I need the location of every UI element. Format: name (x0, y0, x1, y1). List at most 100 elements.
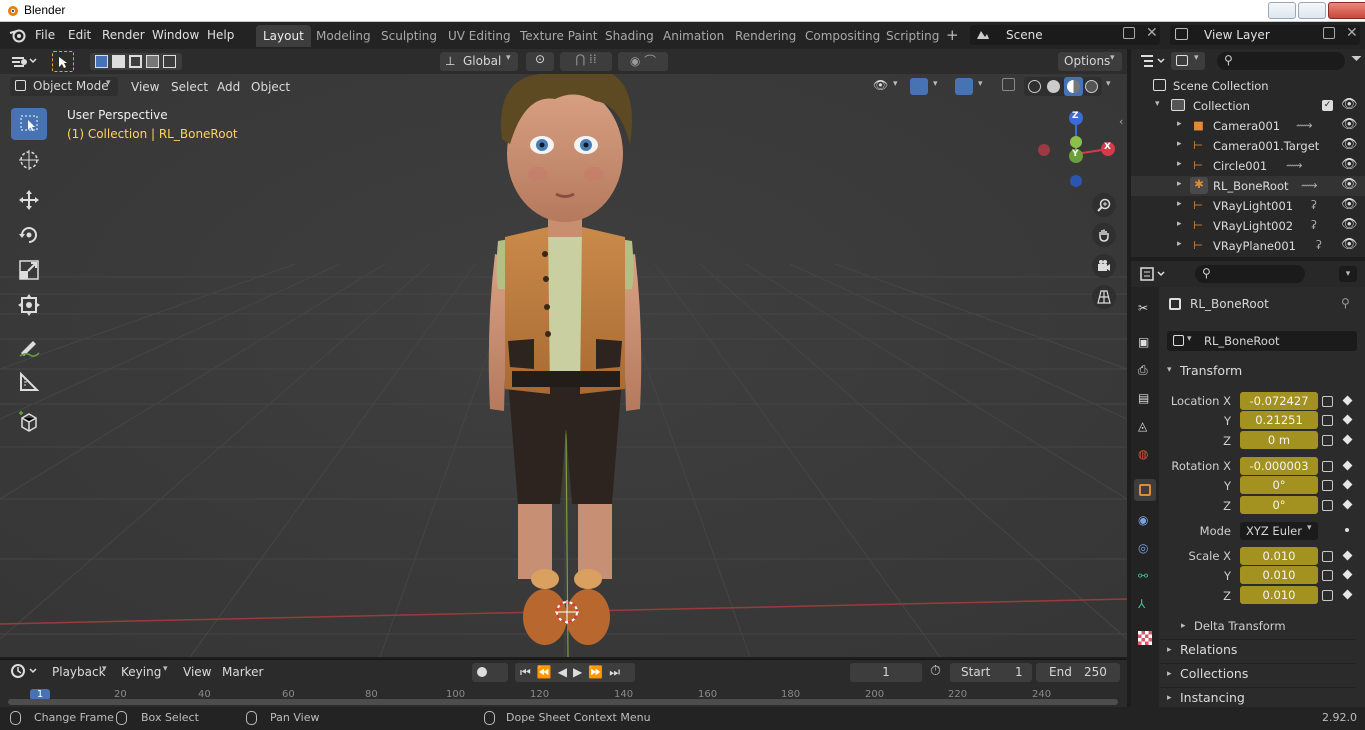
expand-arrow-icon[interactable]: ▸ (1167, 669, 1172, 679)
expand-arrow-icon[interactable]: ▸ (1177, 139, 1182, 149)
lock-icon[interactable] (1322, 500, 1333, 511)
lock-icon[interactable] (1322, 396, 1333, 407)
menu-file[interactable]: File (35, 28, 55, 42)
output-tab-icon[interactable]: ⎙ (1138, 363, 1148, 378)
timeline-editor-type-icon[interactable] (10, 663, 38, 679)
chevron-down-icon[interactable]: ▾ (978, 79, 983, 89)
annotate-tool[interactable] (11, 331, 47, 363)
tab-rendering[interactable]: Rendering (728, 25, 803, 47)
snapping-controls[interactable]: ⋂ ⁞⁞ (560, 52, 612, 71)
properties-editor-type-icon[interactable] (1139, 266, 1167, 282)
expand-arrow-icon[interactable]: ▸ (1177, 179, 1182, 189)
menu-keying[interactable]: Keying (121, 662, 161, 682)
render-tab-icon[interactable]: ▣ (1138, 335, 1149, 349)
menu-view[interactable]: View (131, 77, 159, 97)
visibility-eye-icon[interactable]: 👁 (1341, 97, 1358, 112)
mode-extend-icon[interactable] (112, 55, 125, 68)
tab-modeling[interactable]: Modeling (309, 25, 378, 47)
properties-search-input[interactable]: ⚲ (1195, 265, 1305, 283)
menu-render[interactable]: Render (102, 28, 145, 42)
start-frame-field[interactable]: Start 1 (950, 663, 1032, 682)
physics-tab-icon[interactable]: ◎ (1138, 541, 1148, 555)
timeline-scrollbar[interactable] (8, 699, 1118, 705)
expand-arrow-icon[interactable]: ▸ (1177, 199, 1182, 209)
outliner-row-object[interactable]: ▸ ⊢ VRayPlane001 ʡ 👁 (1131, 236, 1365, 256)
exclude-checkbox[interactable]: ✓ (1322, 100, 1333, 111)
mode-intersect-icon[interactable] (163, 55, 176, 68)
blender-menu-icon[interactable] (9, 27, 27, 43)
overlays-toggle-icon[interactable] (955, 78, 973, 95)
expand-arrow-icon[interactable]: ▸ (1177, 119, 1182, 129)
shading-modes[interactable] (1024, 77, 1102, 96)
location-y-field[interactable]: 0.21251 (1240, 411, 1318, 429)
navigation-gizmo[interactable]: Z X Y (1028, 104, 1118, 194)
preview-range-icon[interactable]: ⏱ (930, 663, 941, 679)
expand-arrow-icon[interactable]: ▸ (1181, 621, 1186, 631)
transform-orientation-dropdown[interactable]: ⊥ Global ▾ (440, 52, 518, 71)
maximize-button[interactable] (1298, 2, 1326, 19)
visibility-eye-icon[interactable]: 👁 (1341, 177, 1358, 192)
menu-timeline-view[interactable]: View (183, 662, 211, 682)
mode-invert-icon[interactable] (146, 55, 159, 68)
tool-tab-icon[interactable]: ✂ (1138, 301, 1148, 315)
expand-arrow-icon[interactable]: ▸ (1167, 645, 1172, 655)
gizmo-toggle-icon[interactable] (910, 78, 928, 95)
outliner-row-object[interactable]: ▸ ⊢ VRayLight001 ʡ 👁 (1131, 196, 1365, 216)
outliner-row-object[interactable]: ▸ ■ Camera001 ⟿ 👁 (1131, 116, 1365, 136)
menu-playback[interactable]: Playback (52, 662, 106, 682)
menu-select[interactable]: Select (171, 77, 208, 97)
outliner-search-input[interactable]: ⚲ (1217, 52, 1345, 70)
cursor-tool[interactable] (11, 144, 47, 176)
copy-view-layer-icon[interactable] (1323, 27, 1335, 39)
playback-controls[interactable]: ⏮⏪◀▶⏩⏭ (515, 663, 635, 682)
pivot-point-dropdown[interactable]: ⊙ (526, 52, 554, 71)
copy-scene-icon[interactable] (1123, 27, 1135, 39)
lock-icon[interactable] (1322, 570, 1333, 581)
expand-arrow-icon[interactable]: ▾ (1167, 365, 1172, 375)
lock-icon[interactable] (1322, 551, 1333, 562)
object-data-tab-icon[interactable]: ⅄ (1138, 597, 1145, 611)
jump-start-icon[interactable]: ⏮ (520, 665, 537, 679)
outliner-row-scene-collection[interactable]: Scene Collection (1131, 76, 1365, 96)
tab-sculpting[interactable]: Sculpting (374, 25, 444, 47)
menu-edit[interactable]: Edit (68, 28, 91, 42)
camera-view-icon[interactable] (1092, 254, 1116, 278)
play-reverse-icon[interactable]: ◀ (558, 665, 573, 679)
xray-toggle-icon[interactable] (1002, 78, 1015, 91)
outliner-row-collection[interactable]: ▾ Collection ✓ 👁 (1131, 96, 1365, 116)
animate-dot-icon[interactable] (1345, 528, 1349, 532)
minimize-button[interactable] (1268, 2, 1296, 19)
add-workspace-icon[interactable]: + (946, 26, 959, 44)
lock-icon[interactable] (1322, 480, 1333, 491)
pin-icon[interactable]: ⚲ (1341, 296, 1350, 310)
wireframe-shading-icon[interactable] (1028, 80, 1041, 93)
measure-tool[interactable] (11, 366, 47, 398)
tab-texture-paint[interactable]: Texture Paint (513, 25, 604, 47)
delete-scene-icon[interactable]: ✕ (1146, 25, 1158, 41)
outliner-row-object[interactable]: ▸ ⊢ VRayLight002 ʡ 👁 (1131, 216, 1365, 236)
scene-tab-icon[interactable]: ◬ (1138, 419, 1147, 433)
transform-panel-title[interactable]: Transform (1180, 363, 1242, 378)
lock-icon[interactable] (1322, 415, 1333, 426)
instancing-panel-title[interactable]: Instancing (1180, 690, 1245, 705)
outliner-editor-type-icon[interactable] (1139, 53, 1167, 69)
tab-animation[interactable]: Animation (656, 25, 731, 47)
visibility-eye-icon[interactable]: 👁 (873, 78, 888, 92)
chevron-down-icon[interactable]: ▾ (893, 79, 898, 89)
scale-z-field[interactable]: 0.010 (1240, 586, 1318, 604)
next-keyframe-icon[interactable]: ⏩ (588, 665, 609, 679)
scene-selector[interactable]: Scene ✕ (970, 25, 1160, 45)
selection-mode-buttons[interactable] (90, 53, 182, 70)
move-tool[interactable] (11, 184, 47, 216)
texture-tab-icon[interactable] (1138, 631, 1152, 645)
tab-scripting[interactable]: Scripting (879, 25, 946, 47)
outliner-row-object[interactable]: ▸ ⊢ Circle001 ⟿ 👁 (1131, 156, 1365, 176)
relations-panel-title[interactable]: Relations (1180, 642, 1237, 657)
object-datablock-field[interactable]: ▾ RL_BoneRoot (1167, 331, 1357, 351)
options-chevron-icon[interactable]: ▾ (1339, 266, 1357, 282)
tab-uv-editing[interactable]: UV Editing (441, 25, 518, 47)
rotation-mode-dropdown[interactable]: XYZ Euler ▾ (1240, 522, 1318, 540)
sidebar-toggle-icon[interactable]: ‹ (1119, 115, 1123, 128)
select-box-tool[interactable] (11, 108, 47, 140)
menu-window[interactable]: Window (152, 28, 199, 42)
